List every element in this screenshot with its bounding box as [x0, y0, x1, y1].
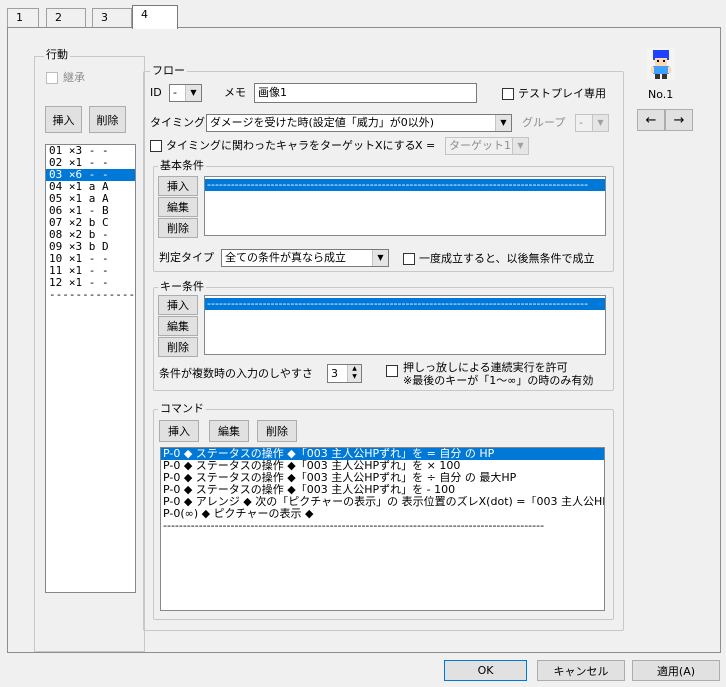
group-label: グループ — [522, 116, 566, 129]
target-x-checkbox[interactable] — [150, 140, 162, 152]
spin-arrows-icon[interactable]: ▲ ▼ — [347, 365, 361, 382]
timing-label: タイミング — [150, 116, 205, 129]
command-row[interactable]: P-0 ◆ ステータスの操作 ◆「003 主人公HPずれ」を = 自分 の HP — [161, 448, 604, 460]
character-sprite-icon — [647, 48, 675, 80]
ease-label: 条件が複数時の入力のしやすさ — [159, 367, 313, 380]
once-checkbox[interactable] — [403, 253, 415, 265]
key-insert-button[interactable]: 挿入 — [158, 295, 198, 315]
inherit-checkbox[interactable] — [46, 72, 58, 84]
basic-conditions-list[interactable]: ----------------------------------------… — [204, 176, 606, 236]
key-conditions-list[interactable]: ----------------------------------------… — [204, 295, 606, 355]
key-condition-row[interactable]: ----------------------------------------… — [205, 298, 605, 310]
judge-type-select[interactable]: 全ての条件が真なら成立 ▼ — [221, 249, 389, 267]
command-row[interactable]: ----------------------------------------… — [161, 520, 604, 532]
ease-spinner[interactable]: 3 ▲ ▼ — [327, 364, 362, 383]
command-row[interactable]: P-0 ◆ ステータスの操作 ◆「003 主人公HPずれ」を × 100 — [161, 460, 604, 472]
prev-character-button[interactable]: ← — [637, 109, 665, 131]
action-list[interactable]: 01 ×3 - -02 ×1 - -03 ×6 - -04 ×1 a A 05 ×… — [45, 144, 136, 593]
command-row[interactable]: P-0 ◆ ステータスの操作 ◆「003 主人公HPずれ」を - 100 — [161, 484, 604, 496]
tab-3[interactable]: 3 — [92, 8, 132, 28]
command-edit-button[interactable]: 編集 — [209, 420, 249, 442]
hold-repeat-checkbox[interactable] — [386, 365, 398, 377]
target-x-label: タイミングに関わったキャラをターゲットXにする — [166, 139, 416, 152]
basic-delete-button[interactable]: 削除 — [158, 218, 198, 238]
hold-repeat-label: 押しっ放しによる連続実行を許可 — [403, 361, 568, 374]
tab-strip: 1 2 3 4 — [0, 0, 726, 29]
key-conditions-title: キー条件 — [158, 280, 206, 294]
chevron-down-icon: ▼ — [185, 85, 201, 101]
ok-button[interactable]: OK — [444, 660, 527, 681]
id-select[interactable]: - ▼ — [169, 84, 202, 102]
basic-condition-row[interactable]: ----------------------------------------… — [205, 179, 605, 191]
target-x-select-value: ターゲット1 — [449, 139, 511, 152]
tab-1[interactable]: 1 — [7, 8, 39, 28]
testplay-label: テストプレイ専用 — [518, 87, 606, 100]
flow-group-title: フロー — [150, 64, 187, 78]
chevron-down-icon: ▼ — [592, 115, 608, 131]
judge-type-label: 判定タイプ — [159, 251, 214, 264]
chevron-down-icon: ▼ — [495, 115, 511, 131]
command-list[interactable]: P-0 ◆ ステータスの操作 ◆「003 主人公HPずれ」を = 自分 の HP… — [160, 447, 605, 611]
memo-label: メモ — [224, 86, 246, 99]
command-delete-button[interactable]: 削除 — [257, 420, 297, 442]
command-insert-button[interactable]: 挿入 — [159, 420, 199, 442]
action-list-item[interactable]: ------------------ — [46, 289, 135, 301]
apply-button[interactable]: 適用(A) — [632, 660, 720, 681]
command-row[interactable]: P-0 ◆ ステータスの操作 ◆「003 主人公HPずれ」を ÷ 自分 の 最大… — [161, 472, 604, 484]
id-label: ID — [150, 86, 162, 99]
cancel-button[interactable]: キャンセル — [537, 660, 625, 681]
x-equals-label: X = — [415, 139, 436, 152]
inherit-label: 継承 — [63, 71, 85, 84]
character-sprite — [647, 48, 675, 80]
action-insert-button[interactable]: 挿入 — [45, 106, 82, 133]
commands-title: コマンド — [158, 402, 206, 416]
id-select-value: - — [173, 86, 177, 99]
group-select-value: - — [579, 116, 583, 129]
tab-4[interactable]: 4 — [132, 5, 178, 29]
target-x-select[interactable]: ターゲット1 ▼ — [445, 137, 529, 155]
command-row[interactable]: P-0 ◆ アレンジ ◆ 次の「ピクチャーの表示」の 表示位置のズレX(dot)… — [161, 496, 604, 508]
group-select[interactable]: - ▼ — [575, 114, 609, 132]
key-edit-button[interactable]: 編集 — [158, 316, 198, 336]
chevron-down-icon: ▼ — [372, 250, 388, 266]
ease-value: 3 — [331, 367, 338, 380]
action-delete-button[interactable]: 削除 — [89, 106, 126, 133]
chevron-down-icon: ▼ — [512, 138, 528, 154]
memo-input[interactable]: 画像1 — [254, 83, 477, 103]
tab-2[interactable]: 2 — [46, 8, 86, 28]
timing-select-value: ダメージを受けた時(設定値「威力」が0以外) — [210, 116, 435, 129]
basic-conditions-title: 基本条件 — [158, 159, 206, 173]
hold-repeat-note: ※最後のキーが「1〜∞」の時のみ有効 — [403, 374, 594, 387]
once-label: 一度成立すると、以後無条件で成立 — [419, 252, 595, 265]
key-delete-button[interactable]: 削除 — [158, 337, 198, 357]
character-number: No.1 — [648, 88, 674, 101]
basic-edit-button[interactable]: 編集 — [158, 197, 198, 217]
action-group-title: 行動 — [44, 48, 70, 62]
next-character-button[interactable]: → — [665, 109, 693, 131]
basic-insert-button[interactable]: 挿入 — [158, 176, 198, 196]
judge-type-select-value: 全ての条件が真なら成立 — [225, 251, 346, 264]
command-row[interactable]: P-0(∞) ◆ ピクチャーの表示 ◆ — [161, 508, 604, 520]
timing-select[interactable]: ダメージを受けた時(設定値「威力」が0以外) ▼ — [206, 114, 512, 132]
testplay-checkbox[interactable] — [502, 88, 514, 100]
